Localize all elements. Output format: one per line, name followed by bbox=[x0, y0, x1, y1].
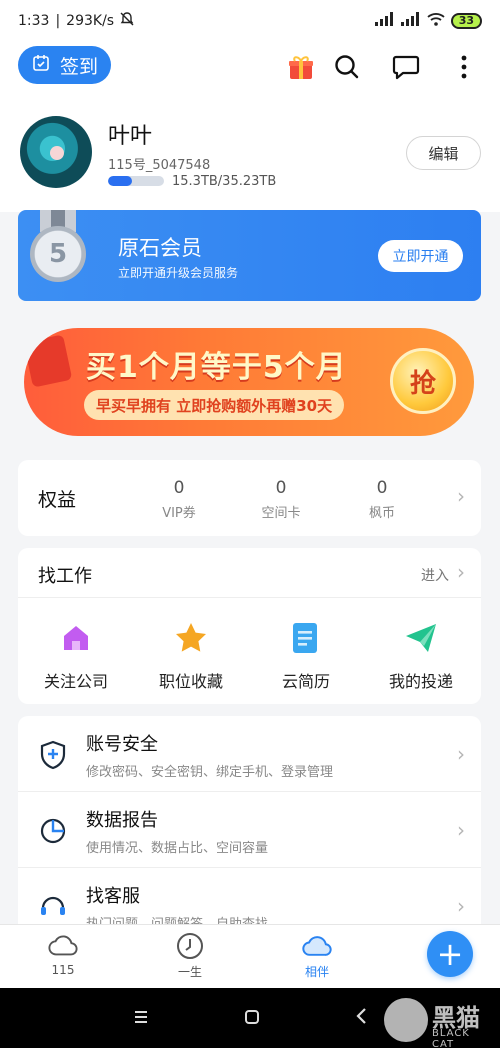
paper-plane-icon bbox=[403, 620, 439, 656]
customer-service-title: 找客服 bbox=[86, 886, 140, 907]
member-card[interactable]: 5 原石会员 立即开通升级会员服务 立即开通 bbox=[18, 210, 481, 301]
tab-companion-label: 相伴 bbox=[304, 965, 329, 979]
mute-bell-icon bbox=[120, 12, 134, 30]
red-envelope-icon bbox=[24, 334, 73, 388]
chevron-right-icon: › bbox=[457, 560, 465, 584]
saved-jobs-item[interactable]: 职位收藏 bbox=[136, 620, 246, 692]
pie-chart-icon bbox=[38, 816, 68, 846]
maple-coin-label: 枫币 bbox=[368, 506, 395, 521]
jobs-title: 找工作 bbox=[38, 566, 92, 587]
cloud-filled-icon bbox=[302, 931, 332, 961]
storage-text: 15.3TB/35.23TB bbox=[172, 174, 277, 189]
status-speed: 293K/s bbox=[66, 13, 115, 29]
storage-progress-bar bbox=[108, 176, 164, 186]
bottom-tab-bar: 115 一生 相伴 + bbox=[0, 924, 500, 988]
data-report-subtitle: 使用情况、数据占比、空间容量 bbox=[86, 841, 269, 856]
settings-list: 账号安全 修改密码、安全密钥、绑定手机、登录管理 › 数据报告 使用情况、数据占… bbox=[18, 716, 481, 926]
star-icon bbox=[173, 620, 209, 656]
document-icon bbox=[288, 620, 324, 656]
customer-service-row[interactable]: 找客服 热门问题、问题解答、自助查找 › bbox=[18, 868, 481, 926]
jobs-header[interactable]: 找工作 进入 › bbox=[18, 548, 481, 598]
saved-jobs-label: 职位收藏 bbox=[158, 672, 223, 691]
promo-subline-pill: 早买早拥有 立即抢购额外再赠30天 bbox=[84, 390, 345, 420]
account-security-subtitle: 修改密码、安全密钥、绑定手机、登录管理 bbox=[86, 765, 334, 780]
followed-companies-item[interactable]: 关注公司 bbox=[21, 620, 131, 692]
member-subtitle: 立即开通升级会员服务 bbox=[118, 266, 239, 280]
clock-icon bbox=[175, 931, 205, 961]
cloud-icon bbox=[48, 931, 78, 961]
search-icon[interactable] bbox=[330, 50, 364, 84]
jobs-enter-link[interactable]: 进入 bbox=[421, 565, 449, 585]
checkin-label: 签到 bbox=[60, 55, 99, 78]
username: 叶叶 bbox=[108, 124, 153, 149]
maple-coin-stat[interactable]: 0 枫币 bbox=[352, 478, 412, 521]
status-bar: 1:33 | 293K/s 33 bbox=[0, 0, 500, 42]
followed-companies-label: 关注公司 bbox=[43, 672, 108, 691]
member-title: 原石会员 bbox=[118, 236, 202, 260]
promo-headline: 买1个月等于5个月 bbox=[86, 350, 347, 385]
chevron-right-icon: › bbox=[457, 742, 465, 766]
house-icon bbox=[58, 620, 94, 656]
vip-coupon-stat[interactable]: 0 VIP券 bbox=[149, 478, 209, 521]
space-card-label: 空间卡 bbox=[261, 506, 301, 521]
status-divider: | bbox=[55, 13, 61, 29]
profile-section: 叶叶 115号_5047548 15.3TB/35.23TB 编辑 bbox=[0, 104, 500, 212]
tab-115-label: 115 bbox=[51, 963, 75, 977]
top-bar: 签到 bbox=[0, 42, 500, 104]
avatar[interactable] bbox=[20, 116, 92, 188]
cloud-resume-label: 云简历 bbox=[281, 672, 330, 691]
shield-icon bbox=[38, 740, 68, 770]
battery-indicator: 33 bbox=[450, 13, 482, 29]
space-card-stat[interactable]: 0 空间卡 bbox=[251, 478, 311, 521]
chevron-right-icon: › bbox=[457, 484, 465, 508]
home-icon[interactable] bbox=[244, 1006, 260, 1031]
plus-icon: + bbox=[436, 935, 464, 973]
rights-card[interactable]: 权益 0 VIP券 0 空间卡 0 枫币 › bbox=[18, 460, 481, 536]
watermark-sub: BLACK CAT bbox=[432, 1028, 470, 1048]
account-security-title: 账号安全 bbox=[86, 734, 158, 755]
account-security-row[interactable]: 账号安全 修改密码、安全密钥、绑定手机、登录管理 › bbox=[18, 716, 481, 792]
signal-icon bbox=[374, 12, 395, 30]
data-report-title: 数据报告 bbox=[86, 810, 158, 831]
rights-title: 权益 bbox=[38, 489, 77, 511]
maple-coin-count: 0 bbox=[376, 478, 388, 498]
signal-hd-icon bbox=[400, 12, 421, 30]
cloud-resume-item[interactable]: 云简历 bbox=[251, 620, 361, 692]
grab-button[interactable]: 抢 bbox=[390, 348, 456, 414]
cat-logo-icon bbox=[384, 998, 428, 1042]
tab-lifetime[interactable]: 一生 bbox=[155, 931, 225, 980]
wifi-icon bbox=[427, 12, 445, 30]
watermark: 黑猫 BLACK CAT bbox=[384, 996, 494, 1048]
vip-coupon-label: VIP券 bbox=[162, 506, 196, 521]
chevron-right-icon: › bbox=[457, 894, 465, 918]
edit-profile-button[interactable]: 编辑 bbox=[406, 136, 481, 170]
user-id: 115号_5047548 bbox=[108, 158, 211, 173]
open-membership-button[interactable]: 立即开通 bbox=[378, 240, 463, 272]
jobs-card: 找工作 进入 › 关注公司 职位收藏 云简历 我的投递 bbox=[18, 548, 481, 704]
calendar-check-icon bbox=[32, 54, 50, 77]
message-icon[interactable] bbox=[389, 50, 423, 84]
more-icon[interactable] bbox=[447, 50, 481, 84]
medal-icon: 5 bbox=[30, 226, 86, 282]
promo-banner[interactable]: 买1个月等于5个月 早买早拥有 立即抢购额外再赠30天 抢 bbox=[24, 328, 474, 436]
promo-subline: 早买早拥有 立即抢购额外再赠30天 bbox=[96, 396, 333, 415]
tab-115[interactable]: 115 bbox=[28, 931, 98, 977]
vip-coupon-count: 0 bbox=[173, 478, 185, 498]
back-icon[interactable] bbox=[355, 1006, 367, 1031]
menu-icon[interactable] bbox=[133, 1006, 149, 1031]
gift-icon[interactable] bbox=[284, 50, 318, 84]
headset-icon bbox=[38, 892, 68, 922]
chevron-right-icon: › bbox=[457, 818, 465, 842]
tab-companion[interactable]: 相伴 bbox=[282, 931, 352, 980]
tab-lifetime-label: 一生 bbox=[177, 965, 202, 979]
space-card-count: 0 bbox=[275, 478, 287, 498]
my-applications-item[interactable]: 我的投递 bbox=[366, 620, 476, 692]
my-applications-label: 我的投递 bbox=[388, 672, 453, 691]
add-button[interactable]: + bbox=[427, 931, 473, 977]
status-time: 1:33 bbox=[18, 13, 50, 29]
data-report-row[interactable]: 数据报告 使用情况、数据占比、空间容量 › bbox=[18, 792, 481, 868]
checkin-button[interactable]: 签到 bbox=[18, 46, 111, 84]
